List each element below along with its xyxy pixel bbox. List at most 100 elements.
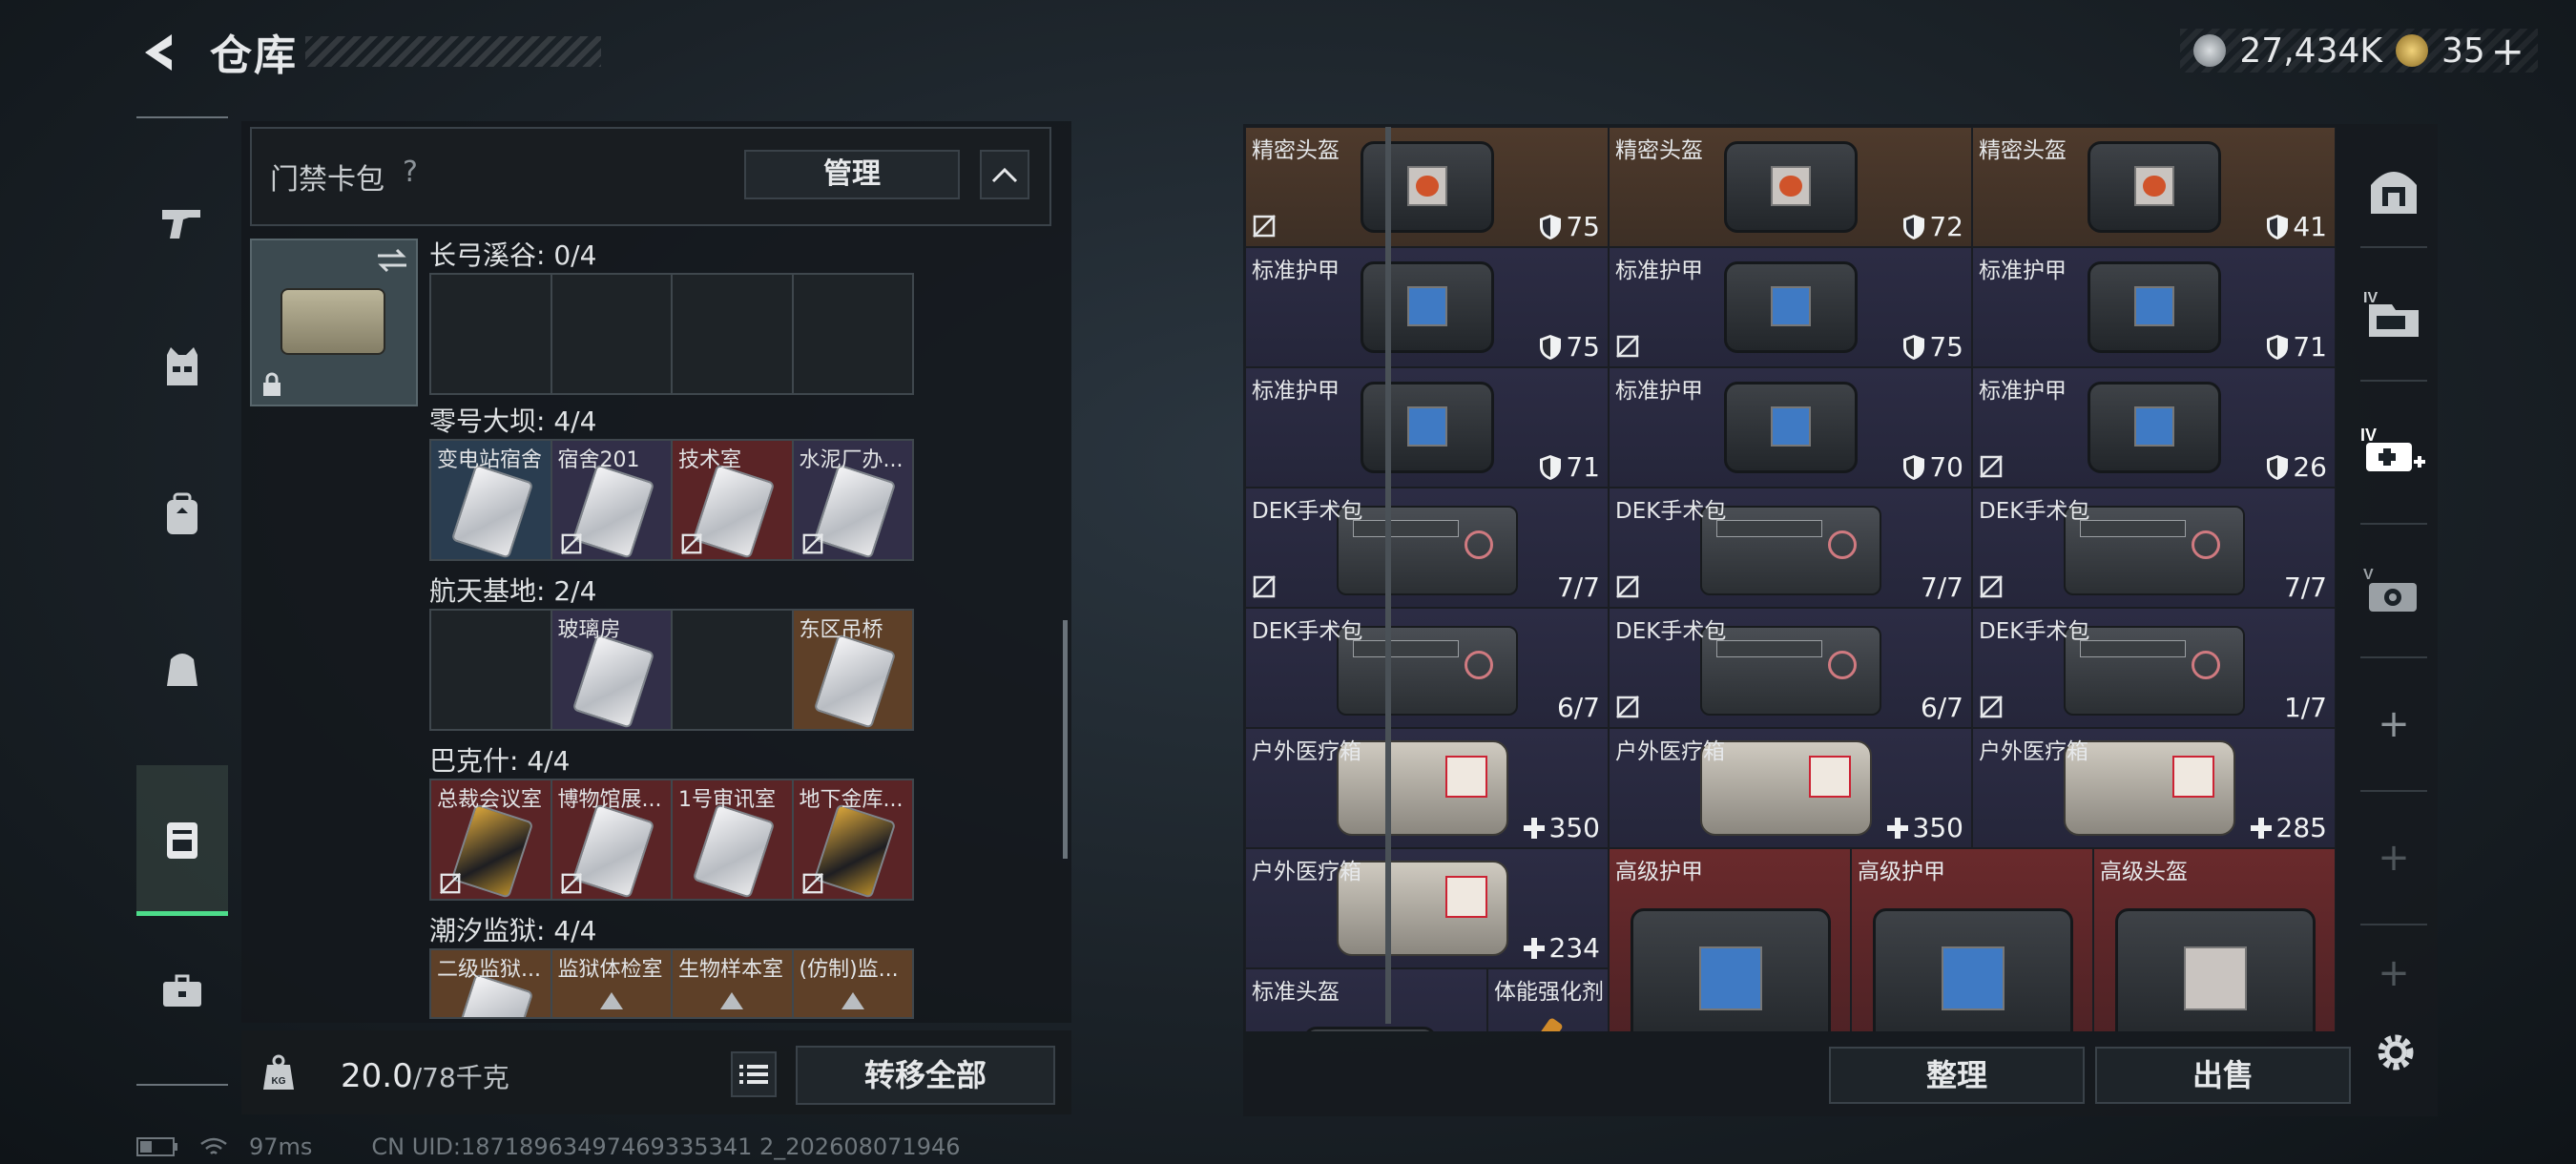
keycard-slot[interactable]: 二级监狱... — [431, 950, 552, 1017]
svg-text:KG: KG — [272, 1076, 286, 1087]
no-trade-icon — [1615, 334, 1640, 359]
keycard-slot[interactable]: 东区吊桥 — [793, 611, 912, 729]
item-name: DEK手术包 — [1979, 499, 2090, 524]
inventory-item[interactable]: 标准护甲 75 — [1609, 247, 1972, 367]
inventory-item[interactable]: DEK手术包 7/7 — [1245, 488, 1609, 608]
swap-icon[interactable] — [376, 248, 408, 273]
item-stat-value: 234 — [1548, 932, 1600, 964]
keycard-slot[interactable] — [673, 275, 794, 393]
add-slot-icon: + — [2378, 702, 2410, 746]
inventory-item[interactable]: 高级护甲 — [1609, 848, 1851, 1031]
keycard-slot[interactable]: 博物馆展... — [551, 780, 673, 899]
gear-icon[interactable] — [2372, 1029, 2420, 1076]
nav-bag[interactable] — [136, 595, 228, 738]
left-scrollbar[interactable] — [1063, 620, 1068, 859]
nav-toolbox[interactable] — [136, 920, 228, 1063]
no-trade-icon — [439, 872, 462, 895]
no-trade-icon — [680, 532, 703, 555]
item-stat: 234 — [1523, 932, 1600, 964]
keycard-slot[interactable] — [431, 275, 552, 393]
keycard-label: 监狱体检室 — [557, 958, 663, 982]
sort-button[interactable]: 整理 — [1829, 1047, 2085, 1104]
keycard-slot[interactable] — [793, 275, 912, 393]
inventory-item[interactable]: DEK手术包 6/7 — [1609, 608, 1972, 728]
item-stat: 75 — [1539, 331, 1600, 363]
armor-case-icon — [1361, 261, 1494, 353]
keycard-slot[interactable] — [551, 275, 673, 393]
keycard-slot[interactable]: 技术室 — [673, 441, 794, 559]
inventory-item[interactable]: DEK手术包 7/7 — [1972, 488, 2336, 608]
add-slot-icon: + — [2378, 836, 2410, 880]
inventory-item[interactable]: 户外医疗箱 350 — [1245, 728, 1609, 848]
surgical-kit-icon — [2064, 626, 2245, 716]
transfer-all-button[interactable]: 转移全部 — [796, 1046, 1055, 1105]
weight-icon: KG — [263, 1054, 294, 1090]
back-arrow-icon[interactable] — [134, 29, 181, 76]
inventory-item[interactable]: DEK手术包 6/7 — [1245, 608, 1609, 728]
nav-vest[interactable] — [136, 300, 228, 433]
section-title: 潮汐监狱: 4/4 — [429, 915, 597, 946]
inventory-item[interactable]: 精密头盔 75 — [1245, 127, 1609, 247]
inventory-item[interactable]: 户外医疗箱 350 — [1609, 728, 1972, 848]
nav-case-iv[interactable]: IV — [2360, 248, 2427, 382]
item-stat-value: 7/7 — [2283, 572, 2327, 603]
right-nav: IV IV V + + + — [2360, 134, 2427, 1030]
nav-keycard-case[interactable] — [136, 765, 228, 916]
inventory-item[interactable]: 体能强化剂 — [1487, 968, 1609, 1031]
keycard-slot[interactable]: 宿舍201 — [551, 441, 673, 559]
keycard-slot[interactable]: 1号审讯室 — [673, 780, 794, 899]
keycard-pack-item[interactable] — [250, 239, 418, 406]
inventory-item[interactable]: DEK手术包 7/7 — [1609, 488, 1972, 608]
keycard-icon — [813, 634, 896, 729]
nav-camera-v[interactable]: V — [2360, 525, 2427, 658]
keycard-slot[interactable]: 水泥厂办... — [793, 441, 912, 559]
syringe-icon — [1524, 1016, 1564, 1031]
inventory-item[interactable]: 户外医疗箱 234 — [1245, 848, 1609, 968]
keycard-slot[interactable] — [673, 611, 794, 729]
inventory-item[interactable]: 精密头盔 41 — [1972, 127, 2336, 247]
keycard-slot[interactable]: 变电站宿舍 — [431, 441, 552, 559]
item-stat: 7/7 — [1921, 572, 1963, 603]
collapse-button[interactable] — [980, 150, 1029, 199]
nav-backpack[interactable] — [136, 443, 228, 586]
keycard-slot[interactable]: (仿制)监... — [793, 950, 912, 1017]
keycard-slot[interactable]: 玻璃房 — [551, 611, 673, 729]
nav-safe-box[interactable] — [2360, 134, 2427, 248]
armor-case-icon — [2088, 382, 2221, 473]
inventory-item[interactable]: 标准护甲 70 — [1609, 367, 1972, 488]
inventory-item[interactable]: 高级护甲 — [1851, 848, 2093, 1031]
inventory-item[interactable]: DEK手术包 1/7 — [1972, 608, 2336, 728]
inventory-item[interactable]: 标准头盔 — [1245, 968, 1487, 1031]
item-stat: 75 — [1902, 331, 1963, 363]
inventory-scrollbar[interactable] — [1385, 127, 1391, 1024]
medkit-iv-icon: IV — [2360, 426, 2425, 471]
item-name: 标准护甲 — [1979, 379, 2067, 404]
inventory-item[interactable]: 标准护甲 71 — [1972, 247, 2336, 367]
inventory-item[interactable]: 标准护甲 75 — [1245, 247, 1609, 367]
inventory-item[interactable]: 标准护甲 26 — [1972, 367, 2336, 488]
helmet-case-icon — [1724, 141, 1858, 233]
keycard-slot[interactable]: 生物样本室 — [673, 950, 794, 1017]
medical-box-icon — [1337, 740, 1508, 836]
list-view-button[interactable] — [731, 1051, 777, 1097]
inventory-item[interactable]: 标准护甲 71 — [1245, 367, 1609, 488]
inventory-item[interactable]: 高级头盔 — [2093, 848, 2336, 1031]
sell-button[interactable]: 出售 — [2095, 1047, 2351, 1104]
add-slot-button-2[interactable]: + — [2360, 792, 2427, 925]
nav-medkit-iv[interactable]: IV — [2360, 382, 2427, 525]
add-token-button[interactable]: + — [2491, 28, 2524, 74]
lock-icon — [263, 372, 280, 396]
manage-button[interactable]: 管理 — [744, 150, 960, 199]
inventory-item[interactable]: 精密头盔 72 — [1609, 127, 1972, 247]
add-slot-button-1[interactable]: + — [2360, 658, 2427, 792]
inventory-item[interactable]: 户外医疗箱 285 — [1972, 728, 2336, 848]
add-slot-button-3[interactable]: + — [2360, 925, 2427, 1021]
helmet-case-icon — [1303, 1027, 1437, 1031]
keycard-slot[interactable]: 地下金库... — [793, 780, 912, 899]
keycard-slot[interactable]: 总裁会议室 — [431, 780, 552, 899]
keycard-slot[interactable] — [431, 611, 552, 729]
keycard-icon — [571, 803, 654, 899]
nav-weapons[interactable] — [136, 176, 228, 271]
help-icon[interactable]: ? — [403, 156, 418, 189]
keycard-slot[interactable]: 监狱体检室 — [551, 950, 673, 1017]
